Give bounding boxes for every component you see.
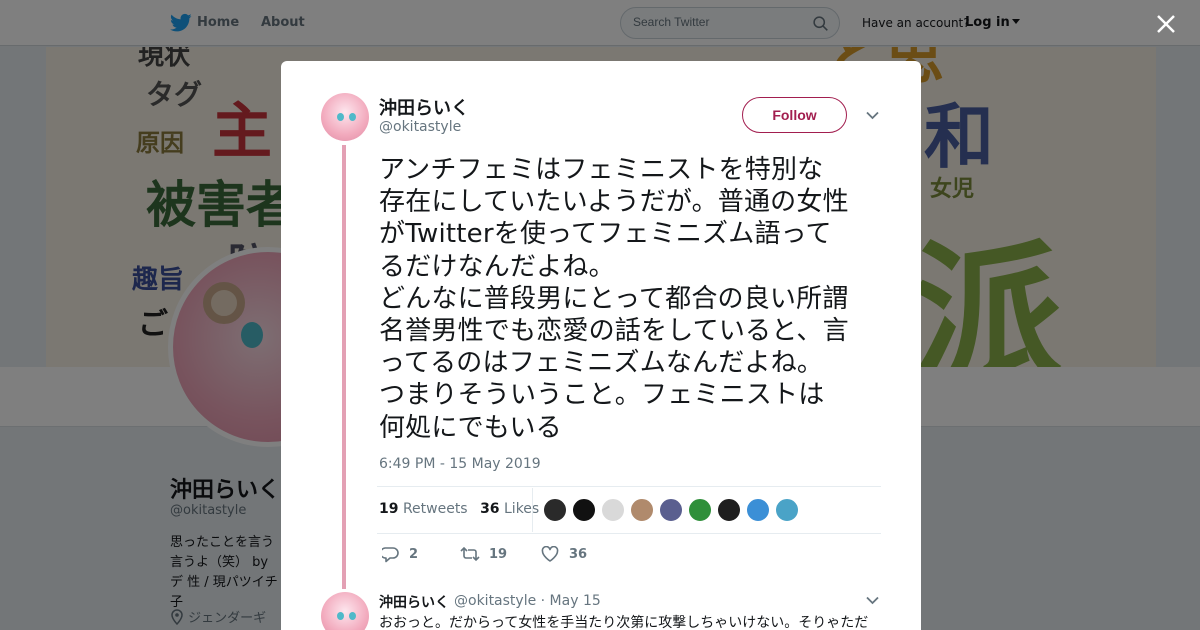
liker-avatar[interactable] bbox=[775, 498, 799, 522]
reply-count: 2 bbox=[409, 547, 419, 562]
liker-avatar[interactable] bbox=[543, 498, 567, 522]
tweet-text: アンチフェミはフェミニストを特別な 存在にしていたいようだが。普通の女性 がTw… bbox=[379, 155, 849, 443]
retweets-stat[interactable]: 19 Retweets bbox=[379, 501, 468, 517]
avatar-eye bbox=[349, 612, 356, 620]
likes-count[interactable]: 36 bbox=[480, 501, 499, 517]
likes-stat[interactable]: 36 Likes bbox=[480, 501, 539, 517]
divider bbox=[377, 533, 881, 534]
liker-avatar[interactable] bbox=[601, 498, 625, 522]
heart-icon bbox=[541, 546, 559, 562]
reply-date[interactable]: · May 15 bbox=[541, 593, 601, 609]
avatar-eye bbox=[337, 113, 344, 121]
reply-author-handle[interactable]: @okitastyle bbox=[454, 593, 536, 609]
reply-meta: @okitastyle · May 15 bbox=[454, 593, 601, 609]
avatar-eye bbox=[337, 612, 344, 620]
reply-icon bbox=[382, 547, 399, 563]
reply-author-name[interactable]: 沖田らいく bbox=[379, 592, 449, 612]
like-count: 36 bbox=[569, 547, 588, 562]
stats-separator bbox=[532, 488, 533, 532]
tweet-modal: 沖田らいく @okitastyle Follow アンチフェミはフェミニストを特… bbox=[281, 61, 921, 630]
retweets-count[interactable]: 19 bbox=[379, 501, 398, 517]
liker-avatar[interactable] bbox=[717, 498, 741, 522]
follow-button[interactable]: Follow bbox=[742, 97, 847, 133]
liker-avatar[interactable] bbox=[688, 498, 712, 522]
retweet-count: 19 bbox=[489, 547, 508, 562]
close-icon[interactable] bbox=[1155, 13, 1177, 35]
chevron-down-icon[interactable] bbox=[866, 111, 879, 120]
reply-text: おおっと。だからって女性を手当たり次第に攻撃しちゃいけない。そりゃただ bbox=[379, 615, 869, 630]
tweet-timestamp[interactable]: 6:49 PM - 15 May 2019 bbox=[379, 456, 541, 472]
tweet-stats: 19 Retweets 36 Likes bbox=[379, 501, 539, 517]
divider bbox=[377, 486, 881, 487]
thread-line bbox=[342, 145, 346, 589]
liker-avatar[interactable] bbox=[630, 498, 654, 522]
tweet-author-handle[interactable]: @okitastyle bbox=[379, 119, 461, 135]
tweet-author-avatar[interactable] bbox=[321, 93, 369, 141]
retweets-label[interactable]: Retweets bbox=[403, 501, 468, 517]
liker-avatar[interactable] bbox=[659, 498, 683, 522]
reply-author-avatar[interactable] bbox=[321, 592, 369, 630]
likes-label[interactable]: Likes bbox=[504, 501, 539, 517]
tweet-author-name[interactable]: 沖田らいく bbox=[379, 94, 469, 120]
liker-avatar[interactable] bbox=[572, 498, 596, 522]
liker-avatar[interactable] bbox=[746, 498, 770, 522]
chevron-down-icon[interactable] bbox=[866, 596, 879, 605]
retweet-icon bbox=[460, 546, 480, 562]
avatar-eye bbox=[349, 113, 356, 121]
